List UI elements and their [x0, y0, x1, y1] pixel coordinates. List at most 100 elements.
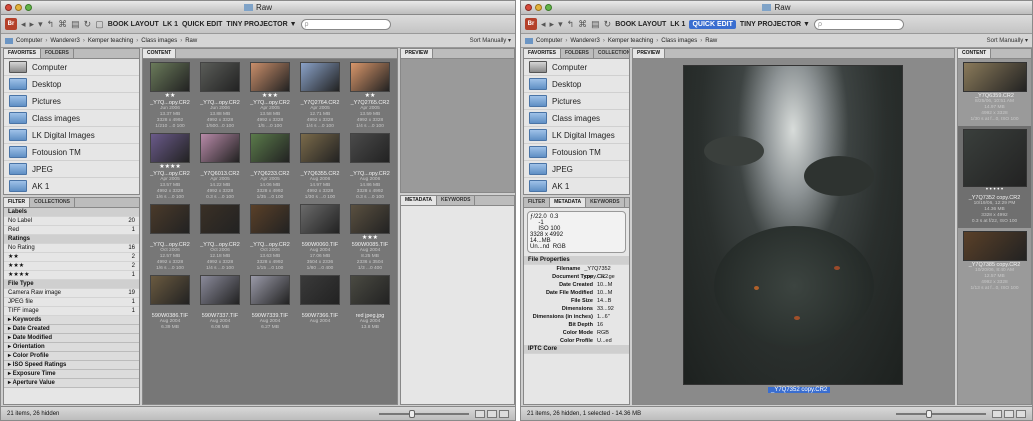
- refine-icon[interactable]: ▤: [71, 19, 80, 30]
- thumbnail[interactable]: red jpeg.jpg Aug 2004 13.8 MB: [346, 275, 394, 344]
- thumbnail[interactable]: _Y7Q6233.CR2 Apr 2005 14.06 MB 3328 x 4992 1…: [246, 133, 294, 202]
- slider-thumb[interactable]: [926, 409, 932, 418]
- tab-metadata[interactable]: METADATA: [550, 198, 587, 207]
- workspace-lk1[interactable]: LK 1: [163, 21, 178, 28]
- filetype-header[interactable]: File Type: [4, 280, 139, 289]
- thumbnail[interactable]: ★★★★ _Y7Q...opy.CR2 Apr 2005 13.57 MB 4992 x…: [146, 133, 194, 202]
- filter-label-row[interactable]: Red 1: [4, 226, 139, 235]
- thumbnail[interactable]: _Y7Q6355.CR2 Aug 2006 14.97 MB 4992 x 3328 1…: [296, 133, 344, 202]
- thumbnail-image[interactable]: [350, 62, 390, 92]
- view-details-button[interactable]: [1004, 409, 1014, 418]
- thumbnail-image[interactable]: [150, 275, 190, 305]
- workspace-lk1[interactable]: LK 1: [670, 21, 685, 28]
- favorite-item[interactable]: Class images: [4, 110, 139, 127]
- open-recent-icon[interactable]: ▢: [95, 19, 104, 30]
- thumbnail-image[interactable]: [350, 275, 390, 305]
- favorite-item[interactable]: Fotousion TM: [4, 144, 139, 161]
- side-thumbnail[interactable]: _Y7Q6359.CR2 8/25/06, 10:51 AM 14.97 MB 499…: [958, 59, 1031, 126]
- tab-filter[interactable]: FILTER: [4, 198, 31, 207]
- tab-collections[interactable]: COLLECTIONS: [30, 198, 75, 207]
- filter-rating-row[interactable]: ★★★★ 1: [4, 271, 139, 280]
- tab-folders[interactable]: FOLDERS: [41, 49, 74, 58]
- refine-icon[interactable]: ▤: [591, 19, 600, 30]
- rotate-icon[interactable]: ↻: [604, 19, 612, 30]
- thumbnail-image[interactable]: [300, 62, 340, 92]
- reveal-icon[interactable]: ↰: [47, 19, 55, 30]
- reveal-icon[interactable]: ↰: [567, 19, 575, 30]
- thumbnail-size-slider[interactable]: [379, 409, 469, 418]
- filter-collapsed-section[interactable]: ▸ ISO Speed Ratings: [4, 361, 139, 370]
- thumbnail[interactable]: 590W0060.TIF Aug 2004 17.06 MB 3504 x 2336 1…: [296, 204, 344, 273]
- crumb-class-images[interactable]: Class images: [141, 38, 177, 44]
- filter-collapsed-section[interactable]: ▸ Keywords: [4, 316, 139, 325]
- crumb-kemper[interactable]: Kemper teaching: [88, 38, 133, 44]
- filter-label-row[interactable]: No Label 20: [4, 217, 139, 226]
- thumbnail-image[interactable]: [962, 129, 1027, 187]
- title-bar[interactable]: Raw: [521, 1, 1032, 15]
- thumbnail[interactable]: 590W7339.TIF Aug 2004 6.27 MB: [246, 275, 294, 344]
- thumbnail[interactable]: 590W0386.TIF Aug 2004 6.39 MB: [146, 275, 194, 344]
- view-details-button[interactable]: [487, 409, 497, 418]
- sort-menu[interactable]: Sort Manually ▾: [987, 37, 1028, 44]
- ratings-header[interactable]: Ratings: [4, 235, 139, 244]
- filter-collapsed-section[interactable]: ▸ Color Profile: [4, 352, 139, 361]
- search-input[interactable]: ρ: [813, 18, 904, 30]
- filter-collapsed-section[interactable]: ▸ Date Created: [4, 325, 139, 334]
- workspace-tiny-projector[interactable]: TINY PROJECTOR ▼: [740, 21, 810, 28]
- thumbnail[interactable]: _Y7Q...opy.CR2 Jun 2006 13.88 MB 4992 x 332…: [196, 62, 244, 131]
- filter-filetype-row[interactable]: Camera Raw image 19: [4, 289, 139, 298]
- tab-preview[interactable]: PREVIEW: [401, 49, 434, 58]
- thumbnail[interactable]: _Y7Q...opy.CR2 Oct 2006 13.63 MB 3328 x 499…: [246, 204, 294, 273]
- favorite-item[interactable]: JPEG: [524, 161, 629, 178]
- thumbnail[interactable]: ★★ _Y7Q...opy.CR2 Jun 2006 13.37 MB 3328 x 4…: [146, 62, 194, 131]
- search-input[interactable]: ρ: [300, 18, 391, 30]
- view-grid-button[interactable]: [992, 409, 1002, 418]
- favorite-item[interactable]: JPEG: [4, 161, 139, 178]
- tab-collections[interactable]: COLLECTIONS: [594, 49, 629, 58]
- thumbnail-image[interactable]: [350, 204, 390, 234]
- thumbnail-image[interactable]: [300, 133, 340, 163]
- recent-folder-icon[interactable]: ▾: [558, 19, 563, 30]
- favorite-item[interactable]: Desktop: [4, 76, 139, 93]
- tab-favorites[interactable]: FAVORITES: [524, 49, 561, 58]
- slider-thumb[interactable]: [409, 409, 415, 418]
- forward-icon[interactable]: ▸: [30, 19, 35, 30]
- tab-filter[interactable]: FILTER: [524, 198, 551, 207]
- workspace-tiny-projector[interactable]: TINY PROJECTOR ▼: [226, 21, 296, 28]
- thumbnail-image[interactable]: [962, 62, 1027, 92]
- favorite-item[interactable]: Computer: [524, 59, 629, 76]
- back-icon[interactable]: ◂: [541, 19, 546, 30]
- thumbnail[interactable]: ★★ _Y7Q2765.CR2 Apr 2005 13.59 MB 4992 x 332…: [346, 62, 394, 131]
- side-thumbnail[interactable]: _Y7Q7385 copy.CR2 10/20/06, 8:40 AM 12.57 …: [958, 228, 1031, 295]
- workspace-book-layout[interactable]: BOOK LAYOUT: [108, 21, 159, 28]
- thumbnail-image[interactable]: [250, 62, 290, 92]
- workspace-quick-edit[interactable]: QUICK EDIT: [689, 19, 736, 29]
- preview-image[interactable]: [683, 65, 903, 385]
- thumbnail[interactable]: ★★★ _Y7Q...opy.CR2 Apr 2005 13.58 MB 4992 x …: [246, 62, 294, 131]
- favorite-item[interactable]: AK 1: [4, 178, 139, 194]
- title-bar[interactable]: Raw: [1, 1, 515, 15]
- thumbnail[interactable]: _Y7Q...opy.CR2 Oct 2006 12.57 MB 4992 x 332…: [146, 204, 194, 273]
- recent-folder-icon[interactable]: ▾: [38, 19, 43, 30]
- bridge-logo-icon[interactable]: Br: [525, 18, 537, 30]
- thumbnail[interactable]: _Y7Q2764.CR2 Apr 2005 12.71 MB 4992 x 3328 1…: [296, 62, 344, 131]
- crumb-class-images[interactable]: Class images: [661, 38, 697, 44]
- thumbnail-image[interactable]: [200, 62, 240, 92]
- favorite-item[interactable]: Pictures: [4, 93, 139, 110]
- thumbnail[interactable]: 590W7366.TIF Aug 2004: [296, 275, 344, 344]
- thumbnail-image[interactable]: [150, 204, 190, 234]
- filter-collapsed-section[interactable]: ▸ Aperture Value: [4, 379, 139, 388]
- filter-rating-row[interactable]: ★★★ 2: [4, 262, 139, 271]
- crumb-computer[interactable]: Computer: [16, 38, 42, 44]
- filter-collapsed-section[interactable]: ▸ Exposure Time: [4, 370, 139, 379]
- thumbnail[interactable]: ★★★ 590W0085.TIF Aug 2004 8.25 MB 2336 x 350…: [346, 204, 394, 273]
- favorite-item[interactable]: Computer: [4, 59, 139, 76]
- thumbnail-image[interactable]: [200, 275, 240, 305]
- crumb-raw[interactable]: Raw: [705, 38, 717, 44]
- tab-metadata[interactable]: METADATA: [401, 196, 437, 205]
- workspace-book-layout[interactable]: BOOK LAYOUT: [615, 21, 666, 28]
- thumbnail-image[interactable]: [250, 133, 290, 163]
- file-properties-header[interactable]: File Properties: [524, 256, 629, 265]
- favorite-item[interactable]: AK 1: [524, 178, 629, 194]
- labels-header[interactable]: Labels: [4, 208, 139, 217]
